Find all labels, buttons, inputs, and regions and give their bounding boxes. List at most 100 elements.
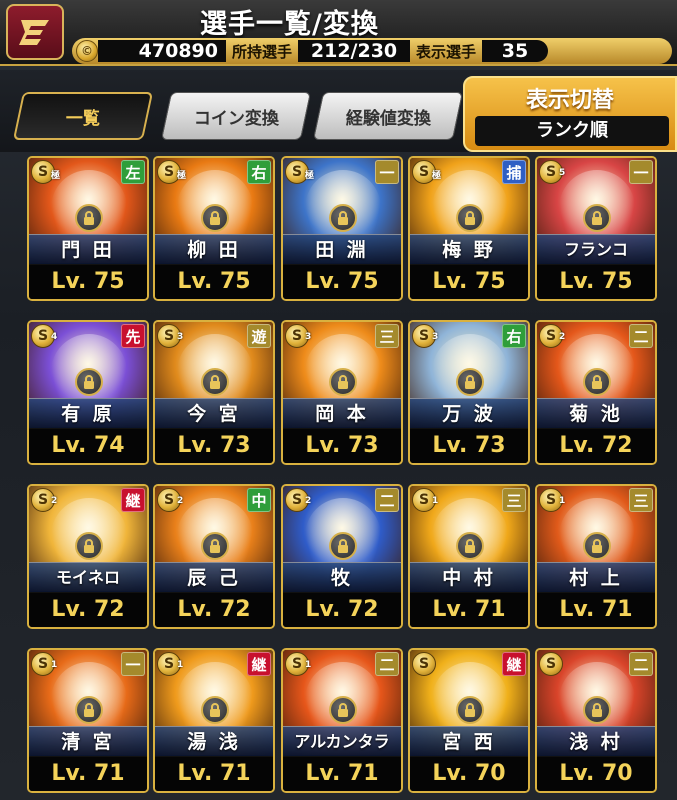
lock-icon [201,696,229,724]
player-level: Lv. 71 [410,593,528,627]
rank-grade: 2 [51,496,58,506]
player-level: Lv. 71 [155,757,273,791]
player-level: Lv. 75 [155,265,273,299]
player-level: Lv. 75 [283,265,401,299]
lock-icon [201,368,229,396]
player-card[interactable]: S 2 中 辰 己 Lv. 72 [153,484,275,629]
lock-icon [329,368,357,396]
player-level: Lv. 72 [283,593,401,627]
player-level: Lv. 75 [29,265,147,299]
player-card[interactable]: S 1 二 アルカンタラ Lv. 71 [281,648,403,793]
player-level: Lv. 72 [155,593,273,627]
rank-grade: 1 [559,496,566,506]
player-name: 浅 村 [537,726,655,756]
player-card[interactable]: S 4 先 有 原 Lv. 74 [27,320,149,465]
player-card[interactable]: S 1 継 湯 浅 Lv. 71 [153,648,275,793]
player-name: 湯 浅 [155,726,273,756]
position-badge: 一 [375,160,399,184]
position-badge: 左 [121,160,145,184]
lock-icon [456,532,484,560]
player-level: Lv. 72 [537,429,655,463]
player-level: Lv. 71 [283,757,401,791]
lock-icon [75,696,103,724]
rank-grade: 3 [305,332,312,342]
rank-grade: 極 [51,171,61,181]
position-badge: 遊 [247,324,271,348]
rank-grade: 2 [559,332,566,342]
position-badge: 三 [375,324,399,348]
lock-icon [75,368,103,396]
player-level: Lv. 71 [29,757,147,791]
rank-grade: 1 [305,660,312,670]
player-card[interactable]: S 継 宮 西 Lv. 70 [408,648,530,793]
player-card[interactable]: S 1 三 中 村 Lv. 71 [408,484,530,629]
player-name: 今 宮 [155,398,273,428]
position-badge: 継 [247,652,271,676]
player-card[interactable]: S 極 右 柳 田 Lv. 75 [153,156,275,301]
lock-icon [456,368,484,396]
lock-icon [201,204,229,232]
rank-s-icon: S [412,652,436,676]
lock-icon [75,532,103,560]
lock-icon [583,204,611,232]
player-level: Lv. 70 [410,757,528,791]
rank-s-icon: S [539,652,563,676]
position-badge: 継 [502,652,526,676]
player-name: 田 淵 [283,234,401,264]
player-name: 宮 西 [410,726,528,756]
player-level: Lv. 74 [29,429,147,463]
player-card[interactable]: S 2 二 菊 池 Lv. 72 [535,320,657,465]
position-badge: 先 [121,324,145,348]
lock-icon [456,696,484,724]
position-badge: 三 [629,488,653,512]
rank-grade: 3 [177,332,184,342]
position-badge: 中 [247,488,271,512]
player-level: Lv. 70 [537,757,655,791]
player-card[interactable]: S 2 継 モイネロ Lv. 72 [27,484,149,629]
player-name: 万 波 [410,398,528,428]
player-name: 牧 [283,562,401,592]
rank-grade: 4 [51,332,58,342]
player-level: Lv. 75 [537,265,655,299]
rank-grade: 1 [177,660,184,670]
player-card[interactable]: S 2 二 牧 Lv. 72 [281,484,403,629]
lock-icon [329,204,357,232]
rank-grade: 極 [177,171,187,181]
player-level: Lv. 73 [155,429,273,463]
player-level: Lv. 75 [410,265,528,299]
position-badge: 三 [502,488,526,512]
player-card[interactable]: S 極 捕 梅 野 Lv. 75 [408,156,530,301]
position-badge: 捕 [502,160,526,184]
player-level: Lv. 72 [29,593,147,627]
rank-grade: 3 [432,332,439,342]
player-card[interactable]: S 1 一 清 宮 Lv. 71 [27,648,149,793]
player-level: Lv. 73 [410,429,528,463]
position-badge: 右 [247,160,271,184]
rank-grade: 1 [51,660,58,670]
player-card[interactable]: S 5 一 フランコ Lv. 75 [535,156,657,301]
player-card[interactable]: S 1 三 村 上 Lv. 71 [535,484,657,629]
position-badge: 二 [375,652,399,676]
player-card[interactable]: S 3 右 万 波 Lv. 73 [408,320,530,465]
position-badge: 右 [502,324,526,348]
lock-icon [201,532,229,560]
player-card[interactable]: S 3 三 岡 本 Lv. 73 [281,320,403,465]
player-card[interactable]: S 極 一 田 淵 Lv. 75 [281,156,403,301]
position-badge: 二 [629,324,653,348]
player-name: 岡 本 [283,398,401,428]
player-card[interactable]: S 3 遊 今 宮 Lv. 73 [153,320,275,465]
player-name: 柳 田 [155,234,273,264]
player-card[interactable]: S 二 浅 村 Lv. 70 [535,648,657,793]
player-name: 中 村 [410,562,528,592]
player-card-grid: S 極 左 門 田 Lv. 75 S 極 右 柳 田 Lv. 75 S 極 一 … [0,0,677,800]
player-name: モイネロ [29,562,147,592]
player-name: 菊 池 [537,398,655,428]
lock-icon [75,204,103,232]
player-name: アルカンタラ [283,726,401,756]
rank-grade: 2 [305,496,312,506]
player-name: 清 宮 [29,726,147,756]
player-level: Lv. 71 [537,593,655,627]
player-card[interactable]: S 極 左 門 田 Lv. 75 [27,156,149,301]
player-level: Lv. 73 [283,429,401,463]
lock-icon [583,532,611,560]
